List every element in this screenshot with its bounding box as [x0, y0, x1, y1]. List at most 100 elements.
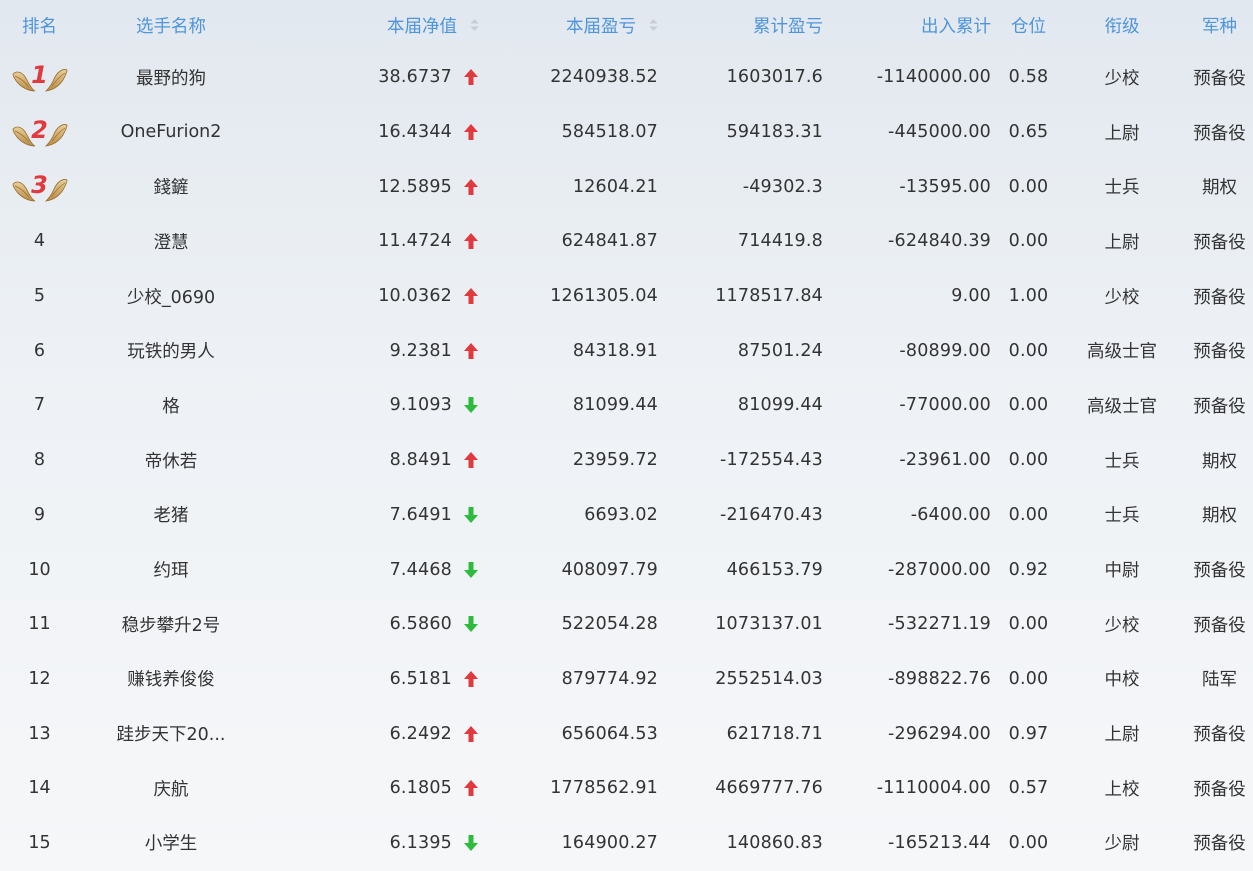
title-value: 高级士官 [1087, 396, 1157, 417]
player-name[interactable]: 跬步天下20... [79, 721, 263, 746]
position-value: 0.97 [1008, 723, 1049, 744]
player-name[interactable]: 稳步攀升2号 [79, 612, 263, 637]
arrow-up-icon [463, 68, 479, 86]
table-row[interactable]: 8 帝休若 8.8491 23959.72 -172554.43 -23961.00 0.0… [0, 433, 1253, 488]
table-row[interactable]: 12 赚钱养俊俊 6.5181 879774.92 2552514.03 -898822.… [0, 652, 1253, 707]
arrow-up-icon [463, 178, 479, 196]
table-row[interactable]: 14 庆航 6.1805 1778562.91 4669777.76 -1110004.0… [0, 761, 1253, 816]
flow-value: -287000.00 [888, 559, 991, 580]
player-name[interactable]: 澄慧 [79, 229, 263, 254]
cumulative-value: -49302.3 [742, 176, 823, 197]
player-name-text[interactable]: 小学生 [145, 830, 198, 855]
player-name[interactable]: OneFurion2 [79, 122, 263, 142]
arrow-down-icon [463, 506, 479, 524]
player-name-text[interactable]: 格 [162, 393, 180, 418]
net-value: 6.5181 [389, 668, 452, 689]
player-name[interactable]: 赚钱养俊俊 [79, 666, 263, 691]
player-name-text[interactable]: 帝休若 [145, 448, 198, 473]
player-name[interactable]: 格 [79, 393, 263, 418]
position-value: 1.00 [1008, 286, 1049, 307]
sort-icon[interactable] [649, 18, 658, 32]
player-name-text[interactable]: 錢鏟 [154, 174, 189, 199]
leaderboard-table: 排名 选手名称 本届净值 本届盈亏 累计盈亏 出入累计 仓位 衔级 军种 1 最野… [0, 0, 1253, 870]
table-row[interactable]: 2 OneFurion2 16.4344 584518.07 594183.31 -445… [0, 105, 1253, 160]
net-value-cell: 12.5895 [263, 177, 493, 197]
player-name-text[interactable]: 澄慧 [154, 229, 189, 254]
table-header: 排名 选手名称 本届净值 本届盈亏 累计盈亏 出入累计 仓位 衔级 军种 [0, 0, 1253, 50]
player-name[interactable]: 庆航 [79, 776, 263, 801]
table-row[interactable]: 5 少校_0690 10.0362 1261305.04 1178517.84 9.00 1… [0, 269, 1253, 324]
medal-number: 1 [31, 61, 48, 90]
table-row[interactable]: 6 玩铁的男人 9.2381 84318.91 87501.24 -80899.00 0.0… [0, 323, 1253, 378]
profit-value: 164900.27 [561, 832, 658, 853]
rank-number: 15 [28, 832, 51, 853]
rank-number: 5 [33, 286, 46, 307]
medal-number: 3 [31, 170, 48, 199]
flow-value: -13595.00 [899, 176, 991, 197]
player-name-text[interactable]: 庆航 [154, 776, 189, 801]
profit-value: 879774.92 [561, 668, 658, 689]
player-name-text[interactable]: 最野的狗 [136, 65, 206, 90]
net-value: 11.4724 [378, 231, 452, 252]
net-value: 6.2492 [389, 723, 452, 744]
title-value: 上尉 [1104, 725, 1140, 746]
player-name-text[interactable]: 稳步攀升2号 [122, 612, 221, 637]
flow-value: -80899.00 [899, 340, 991, 361]
table-row[interactable]: 7 格 9.1093 81099.44 81099.44 -77000.00 0.00 高级士… [0, 378, 1253, 433]
net-value: 38.6737 [378, 67, 452, 88]
player-name-text[interactable]: 赚钱养俊俊 [127, 666, 215, 691]
header-net-sortable[interactable]: 本届净值 [263, 13, 493, 38]
laurel-wings-icon: 3 [11, 170, 69, 204]
net-value-cell: 7.6491 [263, 505, 493, 525]
player-name-text[interactable]: 约珥 [154, 557, 189, 582]
title-value: 少校 [1104, 287, 1140, 308]
player-name[interactable]: 玩铁的男人 [79, 338, 263, 363]
branch-value: 预备役 [1193, 68, 1246, 89]
flow-value: -23961.00 [899, 450, 991, 471]
player-name-text[interactable]: 跬步天下20... [117, 721, 226, 746]
header-net-label: 本届净值 [387, 16, 457, 37]
player-name-text[interactable]: 玩铁的男人 [127, 338, 215, 363]
profit-value: 23959.72 [572, 450, 658, 471]
title-value: 士兵 [1104, 506, 1140, 527]
player-name[interactable]: 少校_0690 [79, 284, 263, 309]
position-value: 0.65 [1008, 122, 1049, 143]
player-name[interactable]: 最野的狗 [79, 65, 263, 90]
player-name-text[interactable]: OneFurion2 [121, 122, 222, 142]
title-value: 中校 [1104, 670, 1140, 691]
profit-value: 1778562.91 [550, 778, 658, 799]
player-name[interactable]: 老猪 [79, 502, 263, 527]
table-row[interactable]: 9 老猪 7.6491 6693.02 -216470.43 -6400.00 0.00 士兵… [0, 488, 1253, 543]
table-row[interactable]: 10 约珥 7.4468 408097.79 466153.79 -287000.00 0.… [0, 542, 1253, 597]
player-name-text[interactable]: 老猪 [154, 502, 189, 527]
rank-number: 4 [33, 231, 46, 252]
title-value: 上尉 [1104, 123, 1140, 144]
laurel-wings-icon: 1 [11, 60, 69, 94]
branch-value: 期权 [1202, 506, 1237, 527]
table-row[interactable]: 3 錢鏟 12.5895 12604.21 -49302.3 -13595.00 0.00 士… [0, 159, 1253, 214]
player-name[interactable]: 小学生 [79, 830, 263, 855]
table-row[interactable]: 1 最野的狗 38.6737 2240938.52 1603017.6 -1140000.… [0, 50, 1253, 105]
title-value: 高级士官 [1087, 342, 1157, 363]
table-row[interactable]: 11 稳步攀升2号 6.5860 522054.28 1073137.01 -532271… [0, 597, 1253, 652]
flow-value: -898822.76 [888, 668, 991, 689]
net-value-cell: 7.4468 [263, 560, 493, 580]
cumulative-value: 621718.71 [726, 723, 823, 744]
player-name-text[interactable]: 少校_0690 [127, 284, 215, 309]
table-row[interactable]: 15 小学生 6.1395 164900.27 140860.83 -165213.44 0… [0, 816, 1253, 871]
header-profit-sortable[interactable]: 本届盈亏 [493, 13, 658, 38]
cumulative-value: 87501.24 [737, 340, 823, 361]
player-name[interactable]: 帝休若 [79, 448, 263, 473]
sort-icon[interactable] [470, 18, 479, 32]
arrow-up-icon [463, 342, 479, 360]
header-flow: 出入累计 [921, 16, 991, 37]
player-name[interactable]: 錢鏟 [79, 174, 263, 199]
player-name[interactable]: 约珥 [79, 557, 263, 582]
header-branch: 军种 [1202, 16, 1237, 37]
header-cumulative: 累计盈亏 [753, 16, 823, 37]
title-value: 中尉 [1104, 561, 1140, 582]
cumulative-value: 714419.8 [737, 231, 823, 252]
table-row[interactable]: 13 跬步天下20... 6.2492 656064.53 621718.71 -2962… [0, 706, 1253, 761]
table-row[interactable]: 4 澄慧 11.4724 624841.87 714419.8 -624840.39 0.0… [0, 214, 1253, 269]
profit-value: 2240938.52 [550, 67, 658, 88]
